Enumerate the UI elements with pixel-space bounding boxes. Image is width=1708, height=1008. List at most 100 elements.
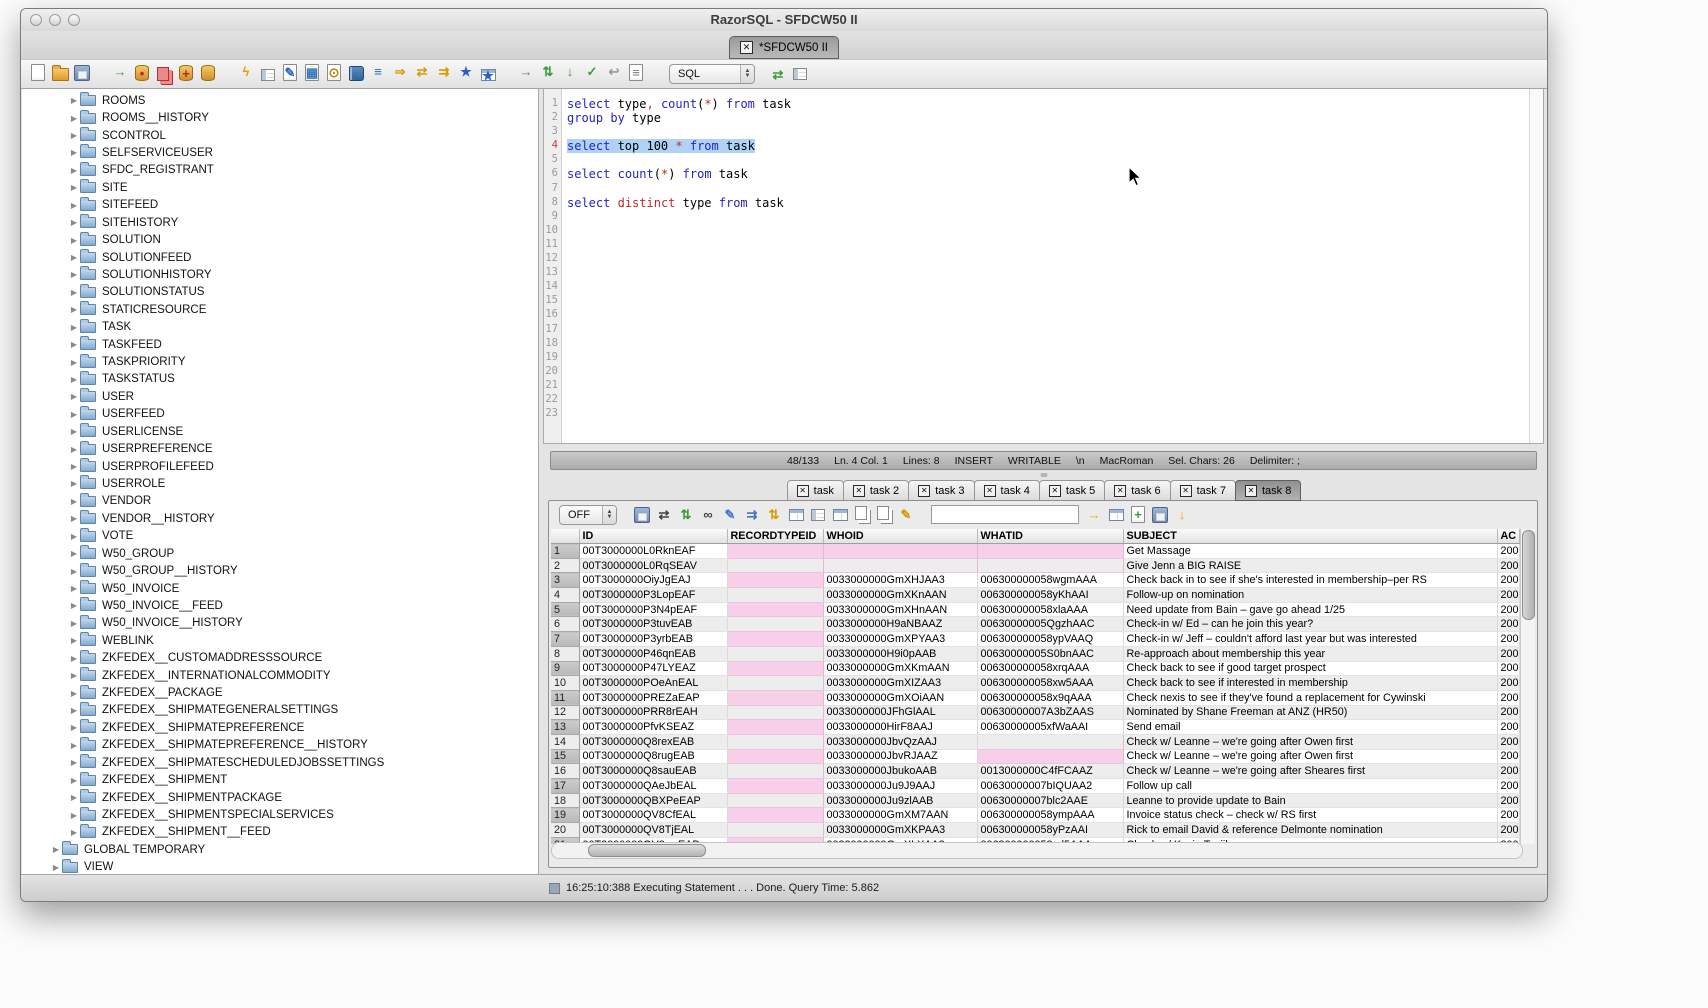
grid-cell-id[interactable]: 00T3000000POeAnEAL bbox=[579, 676, 727, 691]
grid-cell-recordtypeid[interactable] bbox=[727, 544, 823, 559]
database-icon[interactable] bbox=[199, 64, 217, 83]
grid-cell-id[interactable]: 00T3000000P46qnEAB bbox=[579, 646, 727, 661]
reload-grid-icon[interactable] bbox=[787, 505, 805, 524]
tree-item-w50-group[interactable]: ▶W50_GROUP bbox=[22, 545, 538, 562]
save-results-icon[interactable] bbox=[633, 505, 651, 524]
grid-cell-id[interactable]: 00T3000000P3N4pEAF bbox=[579, 602, 727, 617]
expand-triangle-icon[interactable]: ▶ bbox=[68, 148, 80, 157]
expand-triangle-icon[interactable]: ▶ bbox=[50, 845, 62, 854]
grid-cell-whatid[interactable]: 00630000007A3bZAAS bbox=[977, 705, 1123, 720]
grid-cell-whatid[interactable]: 00630000007blc2AAE bbox=[977, 793, 1123, 808]
tree-item-global-temporary[interactable]: ▶GLOBAL TEMPORARY bbox=[22, 841, 538, 858]
expand-triangle-icon[interactable]: ▶ bbox=[68, 776, 80, 785]
tree-item-zkfedex-package[interactable]: ▶ZKFEDEX__PACKAGE bbox=[22, 684, 538, 701]
scroll-thumb[interactable] bbox=[588, 844, 706, 857]
column-header-id[interactable]: ID bbox=[579, 529, 727, 544]
grid-cell-ac[interactable]: 200 bbox=[1497, 602, 1519, 617]
tree-item-sitefeed[interactable]: ▶SITEFEED bbox=[22, 197, 538, 214]
column-header-whatid[interactable]: WHATID bbox=[977, 529, 1123, 544]
grid-cell-ac[interactable]: 200 bbox=[1497, 661, 1519, 676]
grid-cell-whoid[interactable]: 0033000000JFhGlAAL bbox=[823, 705, 977, 720]
grid-cell-recordtypeid[interactable] bbox=[727, 764, 823, 779]
tree-item-rooms-history[interactable]: ▶ROOMS__HISTORY bbox=[22, 109, 538, 126]
grid-cell-subject[interactable]: Check w/ Leanne – we're going after Owen… bbox=[1123, 749, 1497, 764]
column-header-whoid[interactable]: WHOID bbox=[823, 529, 977, 544]
tab-close-icon[interactable]: ✕ bbox=[918, 485, 930, 497]
expand-triangle-icon[interactable]: ▶ bbox=[68, 706, 80, 715]
add-connection-icon[interactable]: • bbox=[133, 64, 151, 83]
grid-cell-ac[interactable]: 200 bbox=[1497, 779, 1519, 794]
grid-cell-whatid[interactable]: 00630000007bIQUAA2 bbox=[977, 779, 1123, 794]
expand-triangle-icon[interactable]: ▶ bbox=[68, 358, 80, 367]
expand-triangle-icon[interactable]: ▶ bbox=[68, 114, 80, 123]
row-number-cell[interactable]: 5 bbox=[551, 602, 579, 617]
column-header-subject[interactable]: SUBJECT bbox=[1123, 529, 1497, 544]
expand-triangle-icon[interactable]: ▶ bbox=[68, 689, 80, 698]
new-document-icon[interactable] bbox=[29, 63, 47, 82]
describe-table-icon[interactable]: ▦ bbox=[303, 63, 321, 82]
grid-cell-id[interactable]: 00T3000000P3tuvEAB bbox=[579, 617, 727, 632]
grid-cell-id[interactable]: 00T3000000Q8sauEAB bbox=[579, 764, 727, 779]
expand-triangle-icon[interactable]: ▶ bbox=[68, 619, 80, 628]
tab-close-icon[interactable]: ✕ bbox=[853, 485, 865, 497]
row-limit-select[interactable]: OFF ▲▼ bbox=[559, 505, 617, 525]
grid-cell-ac[interactable]: 200 bbox=[1497, 793, 1519, 808]
grid-cell-whoid[interactable]: 0033000000JbvQzAAJ bbox=[823, 734, 977, 749]
tree-item-rooms[interactable]: ▶ROOMS bbox=[22, 92, 538, 109]
grid-cell-recordtypeid[interactable] bbox=[727, 749, 823, 764]
tree-item-solution[interactable]: ▶SOLUTION bbox=[22, 231, 538, 248]
open-folder-icon[interactable] bbox=[51, 65, 69, 84]
grid-cell-subject[interactable]: Rick to email David & reference Delmonte… bbox=[1123, 823, 1497, 838]
expand-triangle-icon[interactable]: ▶ bbox=[68, 392, 80, 401]
grid-cell-id[interactable]: 00T3000000PRR8rEAH bbox=[579, 705, 727, 720]
row-number-cell[interactable]: 12 bbox=[551, 705, 579, 720]
grid-cell-ac[interactable]: 200 bbox=[1497, 558, 1519, 573]
grid-cell-whoid[interactable]: 0033000000GmXKPAA3 bbox=[823, 823, 977, 838]
expand-triangle-icon[interactable]: ▶ bbox=[68, 183, 80, 192]
search-next-icon[interactable]: → bbox=[1085, 505, 1103, 524]
result-tab-task-6[interactable]: ✕task 6 bbox=[1104, 480, 1170, 501]
grid-cell-id[interactable]: 00T3000000L0RknEAF bbox=[579, 544, 727, 559]
tree-item-taskstatus[interactable]: ▶TASKSTATUS bbox=[22, 371, 538, 388]
grid-cell-ac[interactable]: 200 bbox=[1497, 632, 1519, 647]
grid-cell-whoid[interactable]: 0033000000GmXOiAAN bbox=[823, 690, 977, 705]
grid-cell-subject[interactable]: Need update from Bain – gave go ahead 1/… bbox=[1123, 602, 1497, 617]
expand-triangle-icon[interactable]: ▶ bbox=[68, 671, 80, 680]
expand-triangle-icon[interactable]: ▶ bbox=[68, 462, 80, 471]
grid-cell-whoid[interactable] bbox=[823, 558, 977, 573]
tree-item-zkfedex-shipmategeneralsettings[interactable]: ▶ZKFEDEX__SHIPMATEGENERALSETTINGS bbox=[22, 702, 538, 719]
tree-item-zkfedex-shipmatepreference[interactable]: ▶ZKFEDEX__SHIPMATEPREFERENCE bbox=[22, 719, 538, 736]
grid-cell-recordtypeid[interactable] bbox=[727, 676, 823, 691]
grid-cell-whoid[interactable]: 0033000000GmXPYAA3 bbox=[823, 632, 977, 647]
expand-triangle-icon[interactable]: ▶ bbox=[68, 479, 80, 488]
row-number-cell[interactable]: 10 bbox=[551, 676, 579, 691]
tree-item-solutionhistory[interactable]: ▶SOLUTIONHISTORY bbox=[22, 266, 538, 283]
expand-triangle-icon[interactable]: ▶ bbox=[68, 758, 80, 767]
grid-cell-whoid[interactable]: 0033000000H9aNBAAZ bbox=[823, 617, 977, 632]
grid-cell-whatid[interactable]: 006300000058ypVAAQ bbox=[977, 632, 1123, 647]
expand-triangle-icon[interactable]: ▶ bbox=[68, 636, 80, 645]
grid-cell-whatid[interactable] bbox=[977, 749, 1123, 764]
tree-item-sitehistory[interactable]: ▶SITEHISTORY bbox=[22, 214, 538, 231]
edit-notes-icon[interactable]: + bbox=[1129, 505, 1147, 524]
tree-item-selfserviceuser[interactable]: ▶SELFSERVICEUSER bbox=[22, 144, 538, 161]
grid-cell-whoid[interactable]: 0033000000GmXIZAA3 bbox=[823, 676, 977, 691]
grid-cell-id[interactable]: 00T3000000P47LYEAZ bbox=[579, 661, 727, 676]
fk-lookup-icon[interactable]: ⇉ bbox=[743, 505, 761, 524]
row-number-cell[interactable]: 9 bbox=[551, 661, 579, 676]
execute-sql-icon[interactable]: ϟ bbox=[237, 62, 255, 81]
column-header-recordtypeid[interactable]: RECORDTYPEID bbox=[727, 529, 823, 544]
expand-triangle-icon[interactable]: ▶ bbox=[68, 549, 80, 558]
grid-cell-whoid[interactable]: 0033000000GmXHnAAN bbox=[823, 602, 977, 617]
grid-cell-ac[interactable]: 200 bbox=[1497, 676, 1519, 691]
tree-item-vendor[interactable]: ▶VENDOR bbox=[22, 493, 538, 510]
messages-icon[interactable] bbox=[791, 65, 809, 84]
row-panel-icon[interactable] bbox=[809, 505, 827, 524]
expand-triangle-icon[interactable]: ▶ bbox=[68, 305, 80, 314]
grid-cell-id[interactable]: 00T3000000QAeJbEAL bbox=[579, 779, 727, 794]
grid-cell-recordtypeid[interactable] bbox=[727, 823, 823, 838]
result-tab-task-5[interactable]: ✕task 5 bbox=[1039, 480, 1105, 501]
grid-cell-whatid[interactable]: 006300000058ympAAA bbox=[977, 808, 1123, 823]
grid-cell-ac[interactable]: 200 bbox=[1497, 749, 1519, 764]
row-number-cell[interactable]: 15 bbox=[551, 749, 579, 764]
